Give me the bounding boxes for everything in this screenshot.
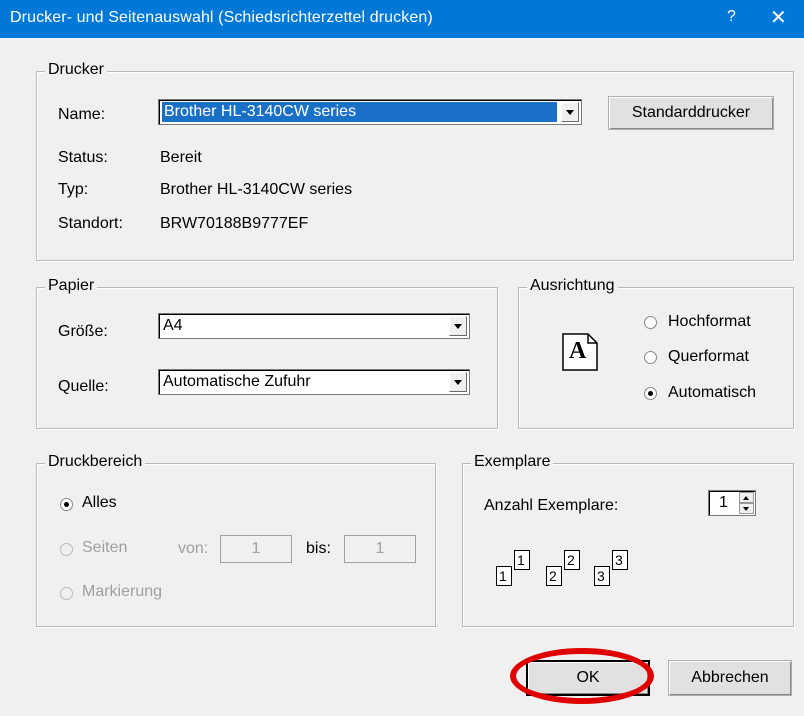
from-label: von: [178,540,209,557]
page-icon-letter: A [569,338,587,364]
paper-source-label: Quelle: [58,378,109,395]
selection-label[interactable]: Markierung [82,583,162,601]
title-bar: Drucker- und Seitenauswahl (Schiedsricht… [0,0,804,38]
printer-name-label: Name: [58,106,106,123]
paper-size-label: Größe: [58,323,108,340]
printer-legend: Drucker [45,61,108,79]
copies-legend: Exemplare [471,453,554,471]
copies-group: Exemplare [462,453,794,627]
paper-size-select[interactable]: A4 [158,313,470,339]
to-input[interactable]: 1 [344,535,416,563]
page-icon: 3 [594,566,610,586]
help-button[interactable]: ? [727,8,736,26]
querformat-label[interactable]: Querformat [668,348,749,366]
copies-count-value: 1 [719,494,728,511]
printer-name-select[interactable]: Brother HL-3140CW series [158,99,582,125]
cancel-button[interactable]: Abbrechen [668,660,792,696]
location-value: BRW70188B9777EF [160,215,309,232]
paper-size-value: A4 [163,317,183,334]
type-label: Typ: [58,181,89,198]
paper-group: Papier [36,277,498,429]
ok-button[interactable]: OK [526,660,650,696]
automatisch-radio[interactable] [644,387,657,400]
hochformat-radio[interactable] [644,316,657,329]
chevron-down-icon[interactable] [449,316,467,336]
status-label: Status: [58,149,108,166]
paper-source-value: Automatische Zufuhr [163,373,311,390]
page-icon: 1 [496,566,512,586]
selection-radio[interactable] [60,587,73,600]
chevron-down-icon[interactable] [561,102,579,122]
chevron-down-icon[interactable] [449,372,467,392]
type-value: Brother HL-3140CW series [160,181,353,198]
print-range-legend: Druckbereich [45,453,146,471]
orientation-legend: Ausrichtung [527,277,618,295]
paper-source-select[interactable]: Automatische Zufuhr [158,369,470,395]
pages-radio[interactable] [60,543,73,556]
paper-legend: Papier [45,277,98,295]
spin-down-icon[interactable] [739,503,754,514]
all-radio[interactable] [60,498,73,511]
default-printer-button[interactable]: Standarddrucker [608,96,774,130]
portrait-page-icon: A [562,333,598,371]
from-input[interactable]: 1 [220,535,292,563]
printer-name-value: Brother HL-3140CW series [161,101,558,123]
page-icon: 2 [564,550,580,570]
page-icon: 1 [514,550,530,570]
page-icon: 2 [546,566,562,586]
to-label: bis: [306,540,331,557]
querformat-radio[interactable] [644,351,657,364]
all-label[interactable]: Alles [82,494,117,512]
automatisch-label[interactable]: Automatisch [668,384,756,402]
location-label: Standort: [58,215,123,232]
copies-count-label: Anzahl Exemplare: [484,497,619,514]
close-button[interactable]: ✕ [770,5,787,30]
window-title: Drucker- und Seitenauswahl (Schiedsricht… [10,9,433,26]
pages-label[interactable]: Seiten [82,539,127,557]
hochformat-label[interactable]: Hochformat [668,313,751,331]
copies-spinner[interactable]: 1 [708,490,756,516]
status-value: Bereit [160,149,202,166]
page-icon: 3 [612,550,628,570]
spin-up-icon[interactable] [739,492,754,503]
